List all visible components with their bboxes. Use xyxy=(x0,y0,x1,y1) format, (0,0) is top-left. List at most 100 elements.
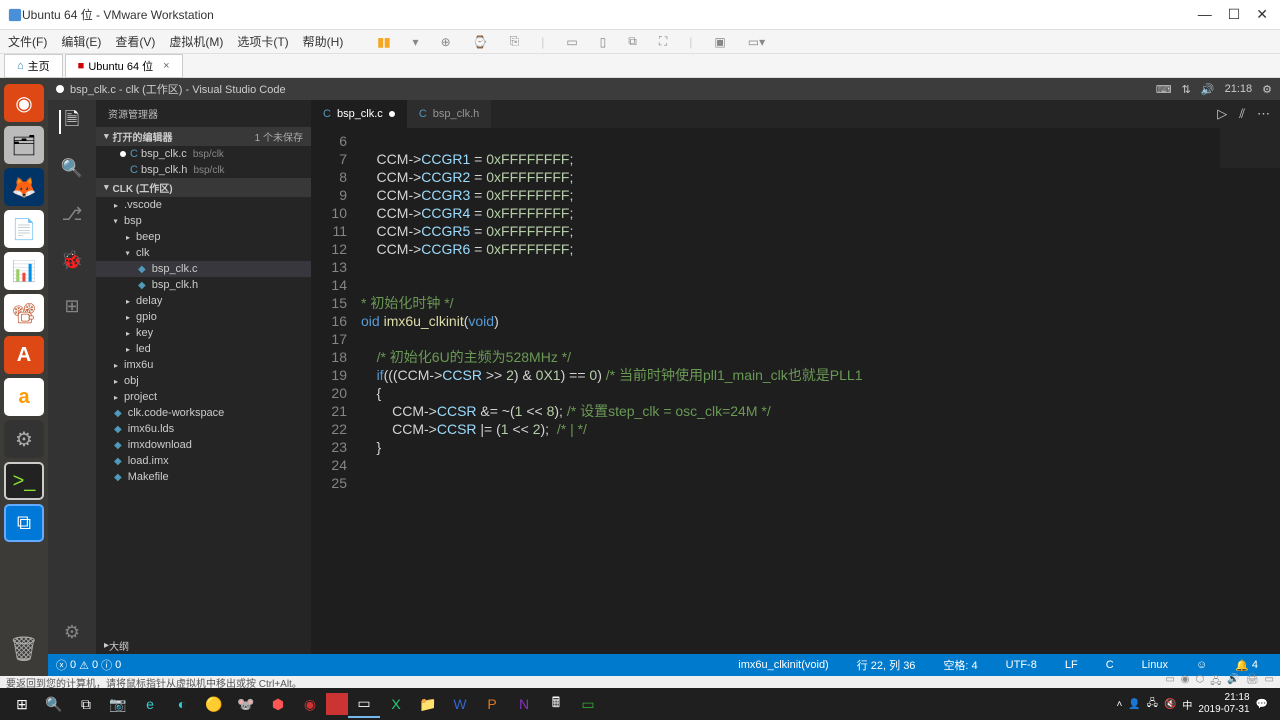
folder-item[interactable]: clk xyxy=(96,245,311,261)
explorer-icon[interactable]: 🗎 xyxy=(59,110,83,134)
search-icon[interactable]: 🔍 xyxy=(60,156,84,180)
launcher-trash-icon[interactable]: 🗑 xyxy=(4,630,44,668)
editor-tab[interactable]: Cbsp_clk.h xyxy=(407,100,491,128)
menu-view[interactable]: 查看(V) xyxy=(115,33,155,50)
taskbar-onenote-icon[interactable]: N xyxy=(508,690,540,718)
tray-notifications-icon[interactable]: 💬 xyxy=(1256,699,1268,710)
taskbar-app[interactable]: ⬢ xyxy=(262,690,294,718)
open-editor-item[interactable]: Cbsp_clk.cbsp/clk xyxy=(96,146,311,162)
taskbar-chrome-icon[interactable]: 🟡 xyxy=(198,690,230,718)
workspace-section[interactable]: CLK (工作区) xyxy=(96,178,311,197)
minimap[interactable] xyxy=(1220,128,1280,228)
tray-people-icon[interactable]: 👤 xyxy=(1128,699,1140,710)
network-icon[interactable]: ⇅ xyxy=(1182,83,1191,96)
open-editor-item[interactable]: Cbsp_clk.hbsp/clk xyxy=(96,162,311,178)
launcher-amazon-icon[interactable]: a xyxy=(4,378,44,416)
tab-ubuntu[interactable]: ■Ubuntu 64 位 xyxy=(65,54,183,78)
sb-encoding[interactable]: UTF-8 xyxy=(1006,657,1037,673)
screenshot-icon[interactable]: ⎘ xyxy=(510,34,520,49)
folder-item[interactable]: beep xyxy=(96,229,311,245)
taskbar-ppt-icon[interactable]: P xyxy=(476,690,508,718)
menu-file[interactable]: 文件(F) xyxy=(8,33,47,50)
file-item[interactable]: ◆load.imx xyxy=(96,453,311,469)
open-editors-section[interactable]: 打开的编辑器 1 个未保存 xyxy=(96,127,311,146)
sb-lang[interactable]: C xyxy=(1106,657,1114,673)
layout1-icon[interactable]: ▭ xyxy=(566,35,577,49)
taskbar-calc-icon[interactable]: 🖩 xyxy=(540,690,572,718)
gear-icon[interactable]: ⚙ xyxy=(1262,83,1272,96)
launcher-search-icon[interactable]: ◉ xyxy=(4,84,44,122)
taskview-icon[interactable]: ⧉ xyxy=(70,690,102,718)
launcher-firefox-icon[interactable]: 🦊 xyxy=(4,168,44,206)
folder-item[interactable]: gpio xyxy=(96,309,311,325)
launcher-vscode-icon[interactable]: ⧉ xyxy=(4,504,44,542)
toolbar-dropdown-icon[interactable]: ▾ xyxy=(413,35,419,49)
tray-network-icon[interactable]: 🖧 xyxy=(1147,696,1158,713)
launcher-terminal-icon[interactable]: >_ xyxy=(4,462,44,500)
tray-ime-icon[interactable]: 中 xyxy=(1182,697,1192,712)
outline-section[interactable]: ▸ 大纲 xyxy=(96,636,311,654)
launcher-impress-icon[interactable]: 📽 xyxy=(4,294,44,332)
launcher-files-icon[interactable]: 🗂 xyxy=(4,126,44,164)
sb-eol[interactable]: LF xyxy=(1065,657,1078,673)
file-item[interactable]: ◆imxdownload xyxy=(96,437,311,453)
sb-feedback-icon[interactable]: ☺ xyxy=(1196,657,1207,673)
minimize-button[interactable]: — xyxy=(1198,6,1212,23)
menu-vm[interactable]: 虚拟机(M) xyxy=(169,33,223,50)
run-icon[interactable]: ▷ xyxy=(1217,106,1227,122)
sb-bell-icon[interactable]: 🔔 4 xyxy=(1235,657,1258,673)
snapshot-mgr-icon[interactable]: ⌚ xyxy=(473,35,488,49)
code-editor[interactable]: 678910111213141516171819202122232425 CCM… xyxy=(311,128,1280,654)
start-button[interactable]: ⊞ xyxy=(6,690,38,718)
taskbar-search-icon[interactable]: 🔍 xyxy=(38,690,70,718)
maximize-button[interactable]: ☐ xyxy=(1228,6,1241,23)
folder-item[interactable]: obj xyxy=(96,373,311,389)
taskbar-excel-icon[interactable]: X xyxy=(380,690,412,718)
file-item[interactable]: ◆bsp_clk.h xyxy=(96,277,311,293)
snapshot-icon[interactable]: ⊕ xyxy=(441,35,451,49)
sb-errors[interactable]: ⓧ 0 ⚠ 0 ⓘ 0 xyxy=(56,657,121,673)
file-item[interactable]: ◆Makefile xyxy=(96,469,311,485)
taskbar-edge-icon[interactable]: e xyxy=(134,690,166,718)
taskbar-app[interactable]: ◐ xyxy=(166,690,198,718)
sb-spaces[interactable]: 空格: 4 xyxy=(943,657,977,673)
launcher-calc-icon[interactable]: 📊 xyxy=(4,252,44,290)
launcher-software-icon[interactable]: A xyxy=(4,336,44,374)
taskbar-app[interactable]: ◉ xyxy=(294,690,326,718)
taskbar-app[interactable]: 📷 xyxy=(102,690,134,718)
file-item[interactable]: ◆bsp_clk.c xyxy=(96,261,311,277)
file-item[interactable]: ◆clk.code-workspace xyxy=(96,405,311,421)
taskbar-vmware-icon[interactable]: ▭ xyxy=(348,690,380,718)
tab-home[interactable]: 主页 xyxy=(4,54,63,78)
guest-display[interactable]: ◉ 🗂 🦊 📄 📊 📽 A a ⚙ >_ ⧉ 🗑 bsp_clk.c - clk… xyxy=(0,78,1280,676)
toolbar-menu-icon[interactable]: ▭▾ xyxy=(748,35,765,49)
keyboard-icon[interactable]: ⌨ xyxy=(1156,83,1172,96)
folder-item[interactable]: project xyxy=(96,389,311,405)
folder-item[interactable]: key xyxy=(96,325,311,341)
launcher-settings-icon[interactable]: ⚙ xyxy=(4,420,44,458)
taskbar-app[interactable]: ▭ xyxy=(572,690,604,718)
folder-item[interactable]: bsp xyxy=(96,213,311,229)
launcher-writer-icon[interactable]: 📄 xyxy=(4,210,44,248)
menu-help[interactable]: 帮助(H) xyxy=(303,33,344,50)
sb-pos[interactable]: 行 22, 列 36 xyxy=(857,657,916,673)
folder-item[interactable]: led xyxy=(96,341,311,357)
taskbar-explorer-icon[interactable]: 📁 xyxy=(412,690,444,718)
tray-clock[interactable]: 21:18 2019-07-31 xyxy=(1198,692,1249,716)
taskbar-app[interactable] xyxy=(326,693,348,715)
editor-tab[interactable]: Cbsp_clk.c xyxy=(311,100,407,128)
tray-chevron-icon[interactable]: ˄ xyxy=(1116,699,1122,710)
sound-icon[interactable]: 🔊 xyxy=(1201,83,1215,96)
sb-scope[interactable]: imx6u_clkinit(void) xyxy=(738,657,828,673)
scm-icon[interactable]: ⎇ xyxy=(60,202,84,226)
folder-item[interactable]: delay xyxy=(96,293,311,309)
debug-icon[interactable]: 🐞 xyxy=(60,248,84,272)
menu-edit[interactable]: 编辑(E) xyxy=(61,33,101,50)
folder-item[interactable]: imx6u xyxy=(96,357,311,373)
taskbar-word-icon[interactable]: W xyxy=(444,690,476,718)
folder-item[interactable]: .vscode xyxy=(96,197,311,213)
fullscreen-icon[interactable]: ⛶ xyxy=(659,34,667,49)
more-icon[interactable]: ⋯ xyxy=(1257,106,1270,122)
layout3-icon[interactable]: ⧉ xyxy=(628,34,637,49)
sb-os[interactable]: Linux xyxy=(1142,657,1168,673)
